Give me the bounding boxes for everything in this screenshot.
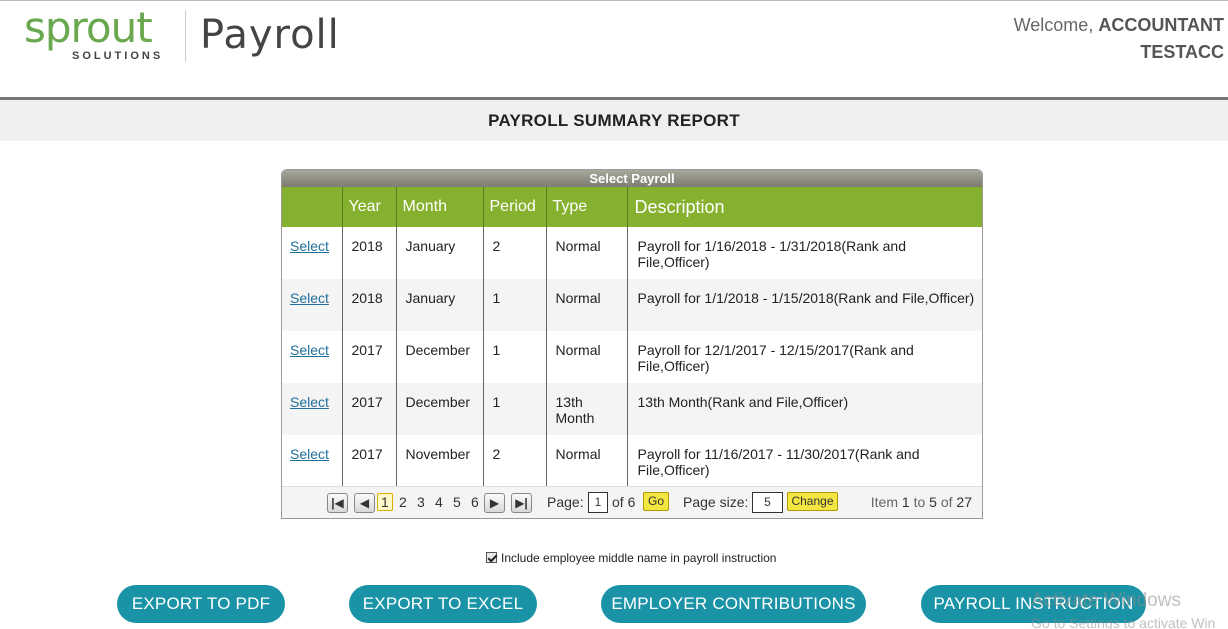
table-row: Select 2017 November 2 Normal Payroll fo… — [282, 435, 982, 487]
page-number[interactable]: 2 — [399, 494, 407, 510]
cell-type: Normal — [546, 331, 628, 383]
payroll-grid: Select Payroll Year Month Period Type De… — [281, 169, 983, 519]
export-excel-button[interactable]: EXPORT TO EXCEL — [349, 585, 537, 623]
user-name: ACCOUNTANT — [1098, 15, 1224, 35]
cell-description: Payroll for 1/1/2018 - 1/15/2018(Rank an… — [627, 279, 982, 331]
change-button[interactable]: Change — [787, 492, 838, 511]
middle-name-checkbox[interactable] — [486, 552, 497, 563]
page-number-current[interactable]: 1 — [377, 493, 393, 511]
grid-pager: |◀ ◀ 1 2 3 4 5 6 ▶ ▶| Page: 1 of 6 Go Pa… — [282, 486, 982, 518]
page-number[interactable]: 5 — [453, 494, 461, 510]
table-header-row: Year Month Period Type Description — [282, 187, 982, 227]
page-size-input[interactable]: 5 — [752, 492, 783, 513]
middle-name-label: Include employee middle name in payroll … — [501, 551, 777, 565]
app-header: sprout SOLUTIONS Payroll Welcome, ACCOUN… — [0, 4, 1228, 97]
select-link[interactable]: Select — [290, 446, 329, 462]
column-header-month[interactable]: Month — [396, 187, 484, 227]
cell-description: Payroll for 12/1/2017 - 12/15/2017(Rank … — [637, 342, 914, 374]
page-number[interactable]: 3 — [417, 494, 425, 510]
cell-month: December — [396, 383, 484, 435]
cell-year: 2017 — [342, 435, 397, 487]
cell-type: Normal — [546, 227, 628, 279]
cell-year: 2017 — [342, 383, 397, 435]
logo-divider — [185, 10, 186, 62]
select-link[interactable]: Select — [290, 342, 329, 358]
middle-name-option: Include employee middle name in payroll … — [486, 551, 776, 565]
go-button[interactable]: Go — [643, 492, 669, 511]
column-header-period[interactable]: Period — [483, 187, 547, 227]
cell-period: 2 — [483, 227, 547, 279]
table-row: Select 2017 December 1 Normal Payroll fo… — [282, 331, 982, 383]
cell-description: 13th Month(Rank and File,Officer) — [627, 383, 982, 435]
logo-subtitle: SOLUTIONS — [72, 50, 164, 62]
page-number[interactable]: 4 — [435, 494, 443, 510]
first-page-icon[interactable]: |◀ — [327, 493, 348, 513]
page-number[interactable]: 6 — [471, 494, 479, 510]
cell-year: 2018 — [342, 227, 397, 279]
page-title-band: PAYROLL SUMMARY REPORT — [0, 97, 1228, 141]
page-size-label: Page size: — [683, 494, 749, 510]
app-title: Payroll — [200, 12, 340, 58]
windows-activation-watermark: Activate Windows Go to Settings to activ… — [1031, 590, 1216, 629]
table-row: Select 2018 January 1 Normal Payroll for… — [282, 279, 982, 331]
table-row: Select 2017 December 1 13th Month 13th M… — [282, 383, 982, 435]
cell-period: 1 — [483, 279, 547, 331]
cell-period: 1 — [483, 331, 547, 383]
sprout-logo[interactable]: sprout SOLUTIONS — [24, 3, 174, 68]
page-of-label: of 6 — [612, 494, 636, 510]
last-page-icon[interactable]: ▶| — [511, 493, 532, 513]
select-link[interactable]: Select — [290, 394, 329, 410]
select-link[interactable]: Select — [290, 290, 329, 306]
column-header-year[interactable]: Year — [342, 187, 397, 227]
prev-page-icon[interactable]: ◀ — [354, 493, 375, 513]
cell-type: Normal — [546, 279, 628, 331]
column-header-description[interactable]: Description — [627, 187, 982, 227]
table-row: Select 2018 January 2 Normal Payroll for… — [282, 227, 982, 279]
item-count: Item 1 to 5 of 27 — [870, 494, 972, 510]
column-header-type[interactable]: Type — [546, 187, 628, 227]
cell-type: 13th Month — [546, 383, 628, 435]
select-link[interactable]: Select — [290, 238, 329, 254]
cell-period: 1 — [483, 383, 547, 435]
logo-wordmark: sprout — [24, 3, 153, 52]
grid-caption: Select Payroll — [282, 170, 982, 187]
welcome-block: Welcome, ACCOUNTANT TESTACC — [1014, 12, 1224, 66]
cell-year: 2017 — [342, 331, 397, 383]
welcome-text: Welcome, — [1013, 15, 1094, 35]
cell-type: Normal — [546, 435, 628, 487]
cell-month: December — [396, 331, 484, 383]
employer-contributions-button[interactable]: EMPLOYER CONTRIBUTIONS — [601, 585, 866, 623]
cell-month: November — [396, 435, 484, 487]
cell-description: Payroll for 1/16/2018 - 1/31/2018(Rank a… — [637, 238, 907, 270]
column-header-action — [282, 187, 343, 227]
cell-description: Payroll for 11/16/2017 - 11/30/2017(Rank… — [637, 446, 920, 478]
cell-year: 2018 — [342, 279, 397, 331]
page-input[interactable]: 1 — [588, 492, 608, 513]
cell-period: 2 — [483, 435, 547, 487]
export-pdf-button[interactable]: EXPORT TO PDF — [117, 585, 285, 623]
cell-month: January — [396, 227, 484, 279]
page-label: Page: — [547, 494, 584, 510]
page-title: PAYROLL SUMMARY REPORT — [488, 111, 740, 130]
next-page-icon[interactable]: ▶ — [484, 493, 505, 513]
payroll-table: Year Month Period Type Description Selec… — [282, 187, 982, 487]
company-name: TESTACC — [1140, 42, 1224, 62]
cell-month: January — [396, 279, 484, 331]
